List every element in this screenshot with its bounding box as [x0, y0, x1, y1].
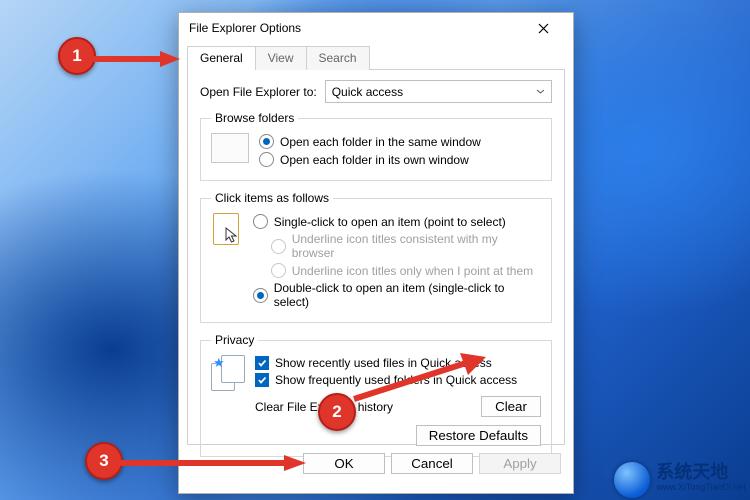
chevron-down-icon [536, 89, 545, 94]
radio-icon [259, 152, 274, 167]
radio-label: Single-click to open an item (point to s… [274, 215, 506, 229]
browse-folders-group: Browse folders Open each folder in the s… [200, 111, 552, 181]
checkbox-icon [255, 356, 269, 370]
checkbox-icon [255, 373, 269, 387]
radio-underline-browser: Underline icon titles consistent with my… [271, 232, 541, 260]
window-title: File Explorer Options [189, 13, 301, 43]
browse-folders-legend: Browse folders [211, 111, 298, 125]
browse-folders-icon [211, 133, 249, 163]
checkbox-frequent-folders[interactable]: Show frequently used folders in Quick ac… [255, 373, 517, 387]
globe-icon [614, 462, 650, 498]
click-items-group: Click items as follows Single-click to o… [200, 191, 552, 323]
watermark-sub: www.XiTongTianDi.net [656, 480, 746, 495]
click-items-icon [211, 213, 243, 249]
tab-general[interactable]: General [187, 46, 256, 70]
callout-2: 2 [318, 393, 356, 431]
radio-underline-point: Underline icon titles only when I point … [271, 263, 541, 278]
watermark: 系统天地 www.XiTongTianDi.net [614, 462, 746, 498]
radio-label: Open each folder in the same window [280, 135, 481, 149]
checkbox-recent-files[interactable]: Show recently used files in Quick access [255, 356, 517, 370]
clear-button[interactable]: Clear [481, 396, 541, 417]
privacy-group: Privacy ★ Show recently used files in Qu… [200, 333, 552, 457]
cancel-button[interactable]: Cancel [391, 453, 473, 474]
radio-same-window[interactable]: Open each folder in the same window [259, 134, 481, 149]
radio-double-click[interactable]: Double-click to open an item (single-cli… [253, 281, 541, 309]
titlebar: File Explorer Options [179, 13, 573, 43]
radio-single-click[interactable]: Single-click to open an item (point to s… [253, 214, 541, 229]
close-icon [538, 23, 549, 34]
open-explorer-row: Open File Explorer to: Quick access [200, 80, 552, 103]
radio-icon [253, 214, 268, 229]
open-explorer-value: Quick access [332, 85, 403, 99]
close-button[interactable] [523, 13, 563, 43]
clear-history-row: Clear File Explorer history Clear [211, 396, 541, 417]
tab-view[interactable]: View [256, 46, 307, 70]
checkbox-label: Show recently used files in Quick access [275, 356, 492, 370]
radio-own-window[interactable]: Open each folder in its own window [259, 152, 481, 167]
radio-label: Underline icon titles only when I point … [292, 264, 533, 278]
tab-bar: General View Search [179, 45, 573, 69]
privacy-legend: Privacy [211, 333, 258, 347]
open-explorer-label: Open File Explorer to: [200, 85, 317, 99]
watermark-main: 系统天地 [656, 465, 746, 480]
dialog-footer: OK Cancel Apply [179, 445, 573, 474]
radio-icon [271, 263, 286, 278]
restore-defaults-button[interactable]: Restore Defaults [416, 425, 541, 446]
radio-label: Open each folder in its own window [280, 153, 469, 167]
file-explorer-options-dialog: File Explorer Options General View Searc… [178, 12, 574, 494]
privacy-icon: ★ [211, 355, 245, 389]
radio-label: Underline icon titles consistent with my… [292, 232, 541, 260]
checkbox-label: Show frequently used folders in Quick ac… [275, 373, 517, 387]
click-items-legend: Click items as follows [211, 191, 333, 205]
callout-3: 3 [85, 442, 123, 480]
callout-1: 1 [58, 37, 96, 75]
open-explorer-select[interactable]: Quick access [325, 80, 552, 103]
tab-search[interactable]: Search [307, 46, 370, 70]
radio-icon [259, 134, 274, 149]
radio-label: Double-click to open an item (single-cli… [274, 281, 541, 309]
tab-panel-general: Open File Explorer to: Quick access Brow… [187, 69, 565, 445]
ok-button[interactable]: OK [303, 453, 385, 474]
apply-button[interactable]: Apply [479, 453, 561, 474]
radio-icon [253, 288, 268, 303]
radio-icon [271, 239, 286, 254]
